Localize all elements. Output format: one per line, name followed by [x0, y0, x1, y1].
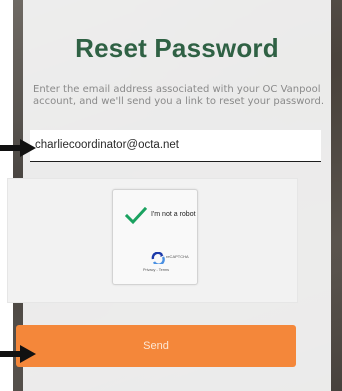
captcha-label: I'm not a robot: [151, 211, 196, 218]
email-field[interactable]: charliecoordinator@octa.net: [30, 130, 321, 162]
checkmark-icon[interactable]: [125, 207, 147, 225]
recaptcha-privacy-terms-links[interactable]: Privacy - Terms: [113, 268, 199, 272]
send-button[interactable]: Send: [16, 325, 296, 367]
email-field-value: charliecoordinator@octa.net: [35, 139, 180, 151]
arrow-right-icon: [0, 345, 36, 363]
recaptcha-brand: reCAPTCHA: [166, 254, 189, 259]
arrow-right-icon: [0, 139, 36, 157]
instructions-text: Enter the email address associated with …: [33, 84, 324, 107]
recaptcha-logo-icon: [151, 252, 165, 264]
reset-password-screen: Reset Password Enter the email address a…: [0, 0, 342, 391]
recaptcha-widget[interactable]: I'm not a robot reCAPTCHA Privacy - Term…: [112, 189, 198, 285]
page-title: Reset Password: [75, 33, 279, 63]
